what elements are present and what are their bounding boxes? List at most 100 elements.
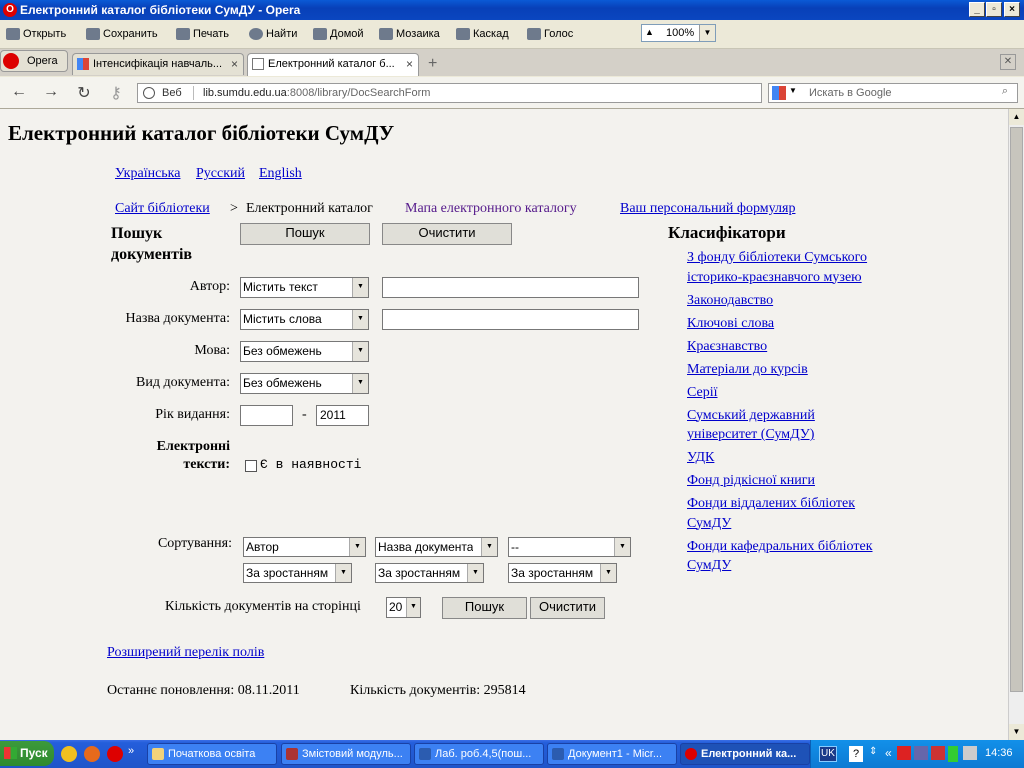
search-heading-line1: Пошук (111, 225, 163, 242)
library-site-link[interactable]: Сайт бібліотеки (115, 201, 210, 217)
quicklaunch-icon[interactable] (61, 746, 77, 762)
scroll-up-icon[interactable]: ▲ (1009, 109, 1024, 125)
tray-battery-icon[interactable] (948, 746, 958, 762)
save-button[interactable]: Сохранить (86, 26, 158, 42)
search-icon[interactable]: ⌕ (995, 85, 1015, 101)
firefox-icon[interactable] (84, 746, 100, 762)
taskbar-item-word[interactable]: Документ1 - Micr... (547, 743, 677, 765)
lang-english-link[interactable]: English (259, 166, 302, 182)
lang-ukrainian-link[interactable]: Українська (115, 166, 180, 182)
breadcrumb-separator: > (230, 201, 238, 216)
back-icon[interactable]: ← (8, 83, 30, 101)
close-tab-icon[interactable]: × (231, 57, 238, 71)
zoom-control[interactable]: ▲ 100% ▼ (641, 24, 716, 42)
year-to-input[interactable]: 2011 (316, 405, 369, 426)
taskbar-item-module[interactable]: Змістовий модуль... (281, 743, 411, 765)
trash-icon[interactable]: ✕ (1000, 54, 1016, 70)
clear-button-bottom[interactable]: Очистити (530, 597, 605, 619)
title-input[interactable] (382, 309, 639, 330)
sort-order-2-select[interactable]: За зростанням ▼ (375, 563, 484, 583)
sort-field-3-select[interactable]: -- ▼ (508, 537, 631, 557)
quicklaunch-more-icon[interactable]: » (128, 745, 134, 757)
chevron-down-icon: ▼ (352, 310, 368, 329)
sort-order-1-select[interactable]: За зростанням ▼ (243, 563, 352, 583)
language-label: Мова: (194, 343, 230, 358)
classifier-department-libraries[interactable]: Фонди кафедральних бібліотек СумДУ (687, 537, 987, 576)
help-icon[interactable]: ? (849, 746, 863, 762)
etext-checkbox[interactable] (245, 460, 257, 472)
language-indicator[interactable]: UK (819, 746, 837, 762)
find-button[interactable]: Найти (249, 26, 297, 42)
scroll-down-icon[interactable]: ▼ (1009, 724, 1024, 740)
taskbar-item-lab[interactable]: Лаб. роб.4,5(пош... (414, 743, 544, 765)
personal-form-link[interactable]: Ваш персональний формуляр (620, 201, 795, 217)
sort-field-1-select[interactable]: Автор ▼ (243, 537, 366, 557)
catalog-map-link[interactable]: Мапа електронного каталогу (405, 201, 577, 217)
tray-arrow-icon[interactable]: ⇕ (869, 746, 877, 757)
classifier-rare-books[interactable]: Фонд рідкісної книги (687, 471, 987, 491)
mosaic-button[interactable]: Мозаика (379, 26, 440, 42)
search-button-bottom[interactable]: Пошук (442, 597, 527, 619)
taskbar-item-folder[interactable]: Початкова освіта (147, 743, 277, 765)
search-field[interactable]: ▼ Искать в Google ⌕ (768, 83, 1018, 103)
tray-k-icon[interactable] (931, 746, 945, 760)
tab-intensification[interactable]: Інтенсифікація навчаль... × (72, 53, 244, 75)
cascade-icon (456, 28, 470, 40)
classifier-museum[interactable]: З фонду бібліотеки Сумського історико-кра… (687, 248, 987, 287)
minimize-button[interactable]: _ (969, 2, 985, 17)
lang-russian-link[interactable]: Русский (196, 166, 245, 182)
classifier-legislation[interactable]: Законодавство (687, 291, 987, 311)
doc-type-select[interactable]: Без обмежень ▼ (240, 373, 369, 394)
close-tab-icon[interactable]: × (406, 57, 413, 71)
classifier-series[interactable]: Серії (687, 383, 987, 403)
title-mode-select[interactable]: Містить слова ▼ (240, 309, 369, 330)
print-button[interactable]: Печать (176, 26, 229, 42)
start-button[interactable]: Пуск (0, 741, 54, 766)
classifier-sumdu[interactable]: Сумський державний університет (СумДУ) (687, 406, 987, 445)
tab-catalog[interactable]: Електронний каталог б... × (247, 53, 419, 76)
sort-field-2-select[interactable]: Назва документа ▼ (375, 537, 498, 557)
voice-button[interactable]: Голос (527, 26, 573, 42)
close-button[interactable]: × (1004, 2, 1020, 17)
scroll-thumb[interactable] (1010, 127, 1023, 692)
title-label: Назва документа: (125, 311, 231, 326)
chevron-down-icon[interactable]: ▼ (699, 25, 715, 41)
home-button[interactable]: Домой (313, 26, 364, 42)
taskbar-item-opera[interactable]: Електронний ка... (680, 743, 810, 765)
clear-button-top[interactable]: Очистити (382, 223, 512, 245)
classifier-course-materials[interactable]: Матеріали до курсів (687, 360, 987, 380)
maximize-button[interactable]: ▫ (986, 2, 1002, 17)
reload-icon[interactable]: ↻ (73, 83, 95, 103)
chevron-down-icon: ▼ (406, 598, 420, 617)
vertical-scrollbar[interactable]: ▲ ▼ (1008, 109, 1024, 740)
extended-fields-link[interactable]: Розширений перелік полів (107, 645, 264, 661)
forward-icon[interactable]: → (40, 83, 62, 101)
chevron-down-icon[interactable]: ▼ (789, 86, 797, 95)
new-tab-button[interactable]: + (428, 55, 437, 73)
google-icon[interactable] (772, 86, 786, 100)
search-button-top[interactable]: Пошук (240, 223, 370, 245)
address-field[interactable]: Веб lib.sumdu.edu.ua:8008/library/DocSea… (137, 83, 762, 103)
opera-menu-button[interactable]: Opera (0, 50, 68, 72)
save-icon (86, 28, 100, 40)
year-from-input[interactable] (240, 405, 293, 426)
open-button[interactable]: Открыть (6, 26, 66, 42)
tray-volume-icon[interactable] (963, 746, 977, 760)
year-label: Рік видання: (155, 407, 230, 422)
classifier-remote-libraries[interactable]: Фонди віддалених бібліотек СумДУ (687, 494, 987, 533)
cascade-button[interactable]: Каскад (456, 26, 509, 42)
per-page-select[interactable]: 20 ▼ (386, 597, 421, 618)
tray-network-icon[interactable] (914, 746, 928, 760)
sort-order-3-select[interactable]: За зростанням ▼ (508, 563, 617, 583)
classifier-udc[interactable]: УДК (687, 448, 987, 468)
key-icon[interactable]: ⚷ (105, 83, 127, 103)
tray-expand-icon[interactable]: « (885, 746, 892, 760)
language-select[interactable]: Без обмежень ▼ (240, 341, 369, 362)
classifier-local-history[interactable]: Краєзнавство (687, 337, 987, 357)
author-mode-select[interactable]: Містить текст ▼ (240, 277, 369, 298)
author-input[interactable] (382, 277, 639, 298)
classifier-keywords[interactable]: Ключові слова (687, 314, 987, 334)
main-toolbar: Открыть Сохранить Печать Найти Домой Моз… (0, 20, 1024, 49)
opera-quicklaunch-icon[interactable] (107, 746, 123, 762)
tray-antivirus-icon[interactable] (897, 746, 911, 760)
